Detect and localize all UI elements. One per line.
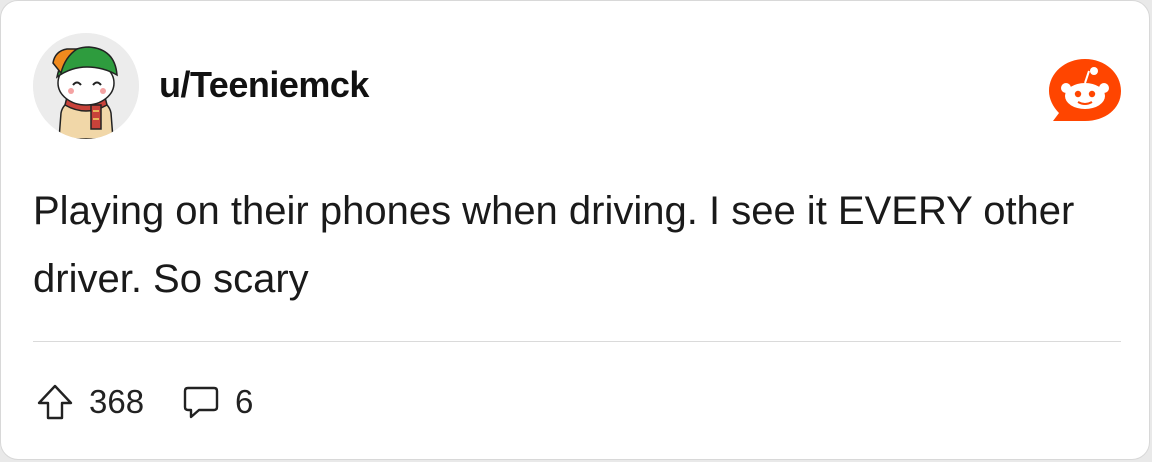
divider bbox=[33, 341, 1121, 342]
username[interactable]: u/Teeniemck bbox=[159, 63, 369, 107]
user-avatar[interactable] bbox=[33, 33, 139, 139]
upvote-button[interactable]: 368 bbox=[35, 377, 144, 427]
snoo-avatar-icon bbox=[33, 33, 139, 139]
post-body-text: Playing on their phones when driving. I … bbox=[33, 189, 1075, 301]
post-card: u/Teeniemck Playing on their phones when… bbox=[0, 0, 1150, 460]
comment-bubble-icon bbox=[183, 386, 219, 419]
comment-count: 6 bbox=[235, 383, 254, 420]
comment-button[interactable]: 6 bbox=[181, 377, 253, 427]
reddit-logo-icon bbox=[1047, 55, 1123, 125]
upvote-count: 368 bbox=[89, 383, 145, 420]
upvote-arrow-icon bbox=[37, 384, 73, 420]
